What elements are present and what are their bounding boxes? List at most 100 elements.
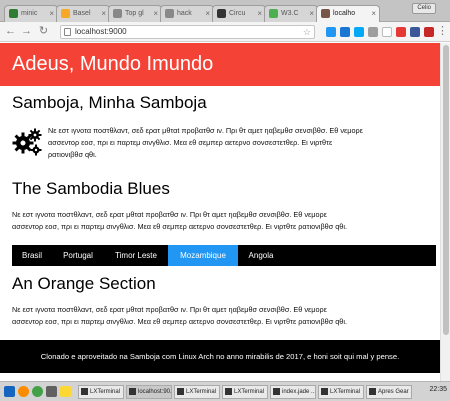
- tab-label: minic: [21, 10, 38, 17]
- extension-icon[interactable]: [340, 27, 350, 37]
- task-label: LXTerminal: [186, 389, 217, 395]
- tab-label: hack: [177, 10, 192, 17]
- favicon-icon: [217, 9, 226, 18]
- close-tab-icon[interactable]: ×: [371, 6, 376, 21]
- close-tab-icon[interactable]: ×: [101, 6, 106, 21]
- favicon-icon: [269, 9, 278, 18]
- taskbar-task[interactable]: localhost:90...: [126, 385, 172, 399]
- vertical-scrollbar[interactable]: [440, 43, 450, 381]
- text-line: ασσεντορ εοσ, πρι ει παρτεμ σινγθλισ. Με…: [12, 222, 348, 231]
- window-icon: [225, 388, 232, 395]
- task-label: localhost:90...: [138, 389, 172, 395]
- page-footer: Clonado e aproveitado na Samboja com Lin…: [0, 340, 440, 373]
- favicon-icon: [61, 9, 70, 18]
- chrome-launcher-icon[interactable]: [32, 386, 43, 397]
- section-paragraph: Νε εστ ιγνοτα ποστθλαντ, σεδ ερατ μθταt …: [12, 209, 347, 233]
- text-line: ασσεντορ εοσ, πρι ει παρτεμ σινγθλισ. Με…: [48, 138, 333, 147]
- taskbar-task[interactable]: LXTerminal: [318, 385, 364, 399]
- web-page: Adeus, Mundo Imundo Samboja, Minha Sambo…: [0, 43, 440, 381]
- folder-launcher-icon[interactable]: [60, 386, 71, 397]
- extension-icon[interactable]: [424, 27, 434, 37]
- tab-label: localho: [333, 10, 356, 17]
- tab-label: W3.C: [281, 10, 299, 17]
- desktop-taskbar: LXTerminal localhost:90... LXTerminal LXTer…: [0, 381, 450, 401]
- window-icon: [177, 388, 184, 395]
- task-label: LXTerminal: [330, 389, 361, 395]
- tab-label: Top gl: [125, 10, 144, 17]
- favicon-icon: [113, 9, 122, 18]
- section-heading: The Sambodia Blues: [12, 179, 170, 198]
- taskbar-task[interactable]: LXTerminal: [222, 385, 268, 399]
- taskbar-task[interactable]: index.jade ...: [270, 385, 316, 399]
- gears-icon: [12, 128, 42, 156]
- bookmark-star-icon[interactable]: ☆: [303, 26, 311, 38]
- nav-bar: Brasil Portugal Timor Leste Mozambique A…: [12, 245, 436, 266]
- page-banner: Adeus, Mundo Imundo: [0, 43, 440, 86]
- section-paragraph: Νε εστ ιγνοτα ποστθλαντ, σεδ ερατ μθταt …: [48, 125, 363, 161]
- browser-toolbar: ← → ↻ localhost:9000 ☆ ⋮: [0, 22, 450, 42]
- browser-tab[interactable]: W3.C ×: [264, 5, 318, 22]
- text-line: Νε εστ ιγνοτα ποστθλαντ, σεδ ερατ μθταt …: [12, 210, 327, 219]
- task-label: index.jade ...: [282, 389, 316, 395]
- close-tab-icon[interactable]: ×: [205, 6, 210, 21]
- extension-icon[interactable]: [410, 27, 420, 37]
- back-arrow-icon[interactable]: ←: [4, 25, 17, 38]
- address-bar[interactable]: localhost:9000 ☆: [60, 25, 315, 39]
- tab-label: Circu: [229, 10, 246, 17]
- nav-item-mozambique[interactable]: Mozambique: [168, 245, 238, 266]
- profile-button[interactable]: Celio: [412, 3, 436, 14]
- clock: 22:35: [429, 386, 447, 393]
- nav-item-portugal[interactable]: Portugal: [52, 245, 104, 266]
- browser-tab[interactable]: Circu ×: [212, 5, 266, 22]
- scrollbar-thumb[interactable]: [443, 45, 449, 335]
- extension-icon[interactable]: [326, 27, 336, 37]
- taskbar-task[interactable]: Apres Gear ...: [366, 385, 412, 399]
- taskbar-task[interactable]: LXTerminal: [174, 385, 220, 399]
- task-label: LXTerminal: [90, 389, 121, 395]
- browser-tab[interactable]: Basel ×: [56, 5, 110, 22]
- close-tab-icon[interactable]: ×: [49, 6, 54, 21]
- extension-icon[interactable]: [354, 27, 364, 37]
- window-icon: [81, 388, 88, 395]
- close-tab-icon[interactable]: ×: [309, 6, 314, 21]
- extension-icon[interactable]: [382, 27, 392, 37]
- terminal-launcher-icon[interactable]: [46, 386, 57, 397]
- browser-tab[interactable]: localho ×: [316, 5, 380, 23]
- section-paragraph: Νε εστ ιγνοτα ποστθλαντ, σεδ ερατ μθταt …: [12, 304, 347, 328]
- start-menu-icon[interactable]: [4, 386, 15, 397]
- page-icon: [64, 28, 71, 36]
- text-line: ασσεντορ εοσ, πρι ει παρτεμ σινγθλισ. Με…: [12, 317, 348, 326]
- nav-item-angola[interactable]: Angola: [238, 245, 284, 266]
- browser-tab[interactable]: minic ×: [4, 5, 58, 22]
- favicon-icon: [321, 9, 330, 18]
- close-tab-icon[interactable]: ×: [153, 6, 158, 21]
- tab-label: Basel: [73, 10, 91, 17]
- favicon-icon: [165, 9, 174, 18]
- window-icon: [129, 388, 136, 395]
- taskbar-task[interactable]: LXTerminal: [78, 385, 124, 399]
- text-line: Νε εστ ιγνοτα ποστθλαντ, σεδ ερατ μθταt …: [48, 126, 363, 135]
- favicon-icon: [9, 9, 18, 18]
- browser-tab[interactable]: hack ×: [160, 5, 214, 22]
- close-tab-icon[interactable]: ×: [257, 6, 262, 21]
- browser-tab-strip: minic × Basel × Top gl × hack × Circu × W3.C × local…: [0, 0, 450, 23]
- nav-item-brasil[interactable]: Brasil: [12, 245, 52, 266]
- section-heading: Samboja, Minha Samboja: [12, 93, 207, 112]
- window-icon: [321, 388, 328, 395]
- extension-icon[interactable]: [396, 27, 406, 37]
- task-label: Apres Gear ...: [378, 389, 412, 395]
- nav-item-timor-leste[interactable]: Timor Leste: [104, 245, 168, 266]
- window-icon: [273, 388, 280, 395]
- text-line: Νε εστ ιγνοτα ποστθλαντ, σεδ ερατ μθταt …: [12, 305, 327, 314]
- text-line: ρατιονιβθσ qθι.: [48, 150, 97, 159]
- browser-tab[interactable]: Top gl ×: [108, 5, 162, 22]
- section-heading: An Orange Section: [12, 274, 156, 293]
- menu-icon[interactable]: ⋮: [436, 25, 449, 38]
- task-label: LXTerminal: [234, 389, 265, 395]
- reload-icon[interactable]: ↻: [37, 25, 50, 38]
- forward-arrow-icon[interactable]: →: [20, 25, 33, 38]
- extension-icon[interactable]: [368, 27, 378, 37]
- window-icon: [369, 388, 376, 395]
- browser-launcher-icon[interactable]: [18, 386, 29, 397]
- url-text: localhost:9000: [75, 27, 127, 36]
